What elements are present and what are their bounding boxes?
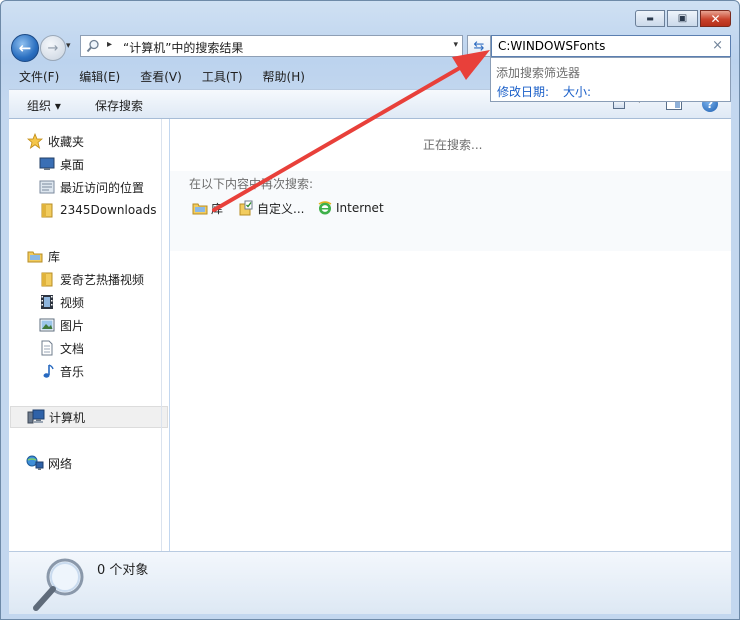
folder-icon xyxy=(38,201,56,219)
nav-documents[interactable]: 文档 xyxy=(38,337,166,359)
pane-divider[interactable] xyxy=(161,119,162,551)
custom-folder-icon xyxy=(237,200,254,217)
film-icon xyxy=(38,293,56,311)
computer-icon xyxy=(27,408,45,426)
search-again-custom[interactable]: 自定义... xyxy=(237,198,304,218)
filter-size[interactable]: 大小: xyxy=(563,83,591,100)
menu-view[interactable]: 查看(V) xyxy=(130,67,192,87)
refresh-button[interactable]: ⇆ xyxy=(467,35,491,57)
desktop-icon xyxy=(38,155,56,173)
chevron-down-icon: ▾ xyxy=(66,41,71,51)
nav-videos-label: 视频 xyxy=(60,295,85,310)
recent-pages-button[interactable]: ▾ xyxy=(66,41,71,51)
add-filter-hint: 添加搜索筛选器 xyxy=(496,66,581,80)
document-icon xyxy=(38,339,56,357)
save-search-button[interactable]: 保存搜索 xyxy=(95,97,143,114)
network-icon xyxy=(26,454,44,472)
back-button[interactable]: ← xyxy=(11,34,39,62)
nav-music-label: 音乐 xyxy=(60,364,85,379)
search-query: C:WINDOWSFonts xyxy=(498,39,606,53)
nav-pictures-label: 图片 xyxy=(60,318,85,333)
minimize-button[interactable]: ▬ xyxy=(635,10,665,27)
back-arrow-icon: ← xyxy=(18,39,32,57)
menu-bar: 文件(F) 编辑(E) 查看(V) 工具(T) 帮助(H) xyxy=(9,67,489,87)
nav-network[interactable]: 网络 xyxy=(26,452,166,474)
star-icon xyxy=(26,132,44,150)
library-icon xyxy=(26,247,44,265)
search-again-label: 在以下内容中再次搜索: xyxy=(189,177,314,191)
folder-icon xyxy=(38,270,56,288)
search-input[interactable]: C:WINDOWSFonts × xyxy=(491,35,731,57)
nav-pictures[interactable]: 图片 xyxy=(38,314,166,336)
nav-recent-places[interactable]: 最近访问的位置 xyxy=(38,176,166,198)
nav-iqiyi-videos-label: 爱奇艺热播视频 xyxy=(60,272,145,287)
search-glass-icon xyxy=(86,39,100,56)
nav-music[interactable]: 音乐 xyxy=(38,360,166,382)
object-count: 0 个对象 xyxy=(97,563,149,578)
search-again-libraries-label: 库 xyxy=(211,201,224,216)
search-again-custom-label: 自定义... xyxy=(257,201,305,216)
magnifier-icon xyxy=(29,555,91,616)
breadcrumb-location[interactable]: “计算机”中的搜索结果 xyxy=(123,39,243,56)
internet-explorer-icon xyxy=(316,200,333,217)
nav-2345downloads[interactable]: 2345Downloads xyxy=(38,199,166,221)
nav-2345downloads-label: 2345Downloads xyxy=(60,203,157,217)
maximize-icon: ▣ xyxy=(677,12,688,24)
nav-libraries[interactable]: 库 xyxy=(26,245,166,267)
nav-libraries-label: 库 xyxy=(48,249,61,264)
search-again-internet-label: Internet xyxy=(336,201,384,215)
search-again-libraries[interactable]: 库 xyxy=(191,198,223,218)
menu-help[interactable]: 帮助(H) xyxy=(253,67,315,87)
filter-date-modified[interactable]: 修改日期: xyxy=(497,83,549,100)
music-note-icon xyxy=(38,362,56,380)
menu-tools[interactable]: 工具(T) xyxy=(192,67,253,87)
close-button[interactable]: ✕ xyxy=(700,10,731,27)
nav-favorites[interactable]: 收藏夹 xyxy=(26,130,166,152)
refresh-icon: ⇆ xyxy=(473,38,485,54)
search-status: 正在搜索... xyxy=(423,138,483,152)
clear-search-icon[interactable]: × xyxy=(712,38,723,53)
address-bar[interactable]: ▸ “计算机”中的搜索结果 ▾ xyxy=(80,35,463,57)
picture-icon xyxy=(38,316,56,334)
menu-file[interactable]: 文件(F) xyxy=(9,67,69,87)
search-filter-dropdown: 添加搜索筛选器 修改日期: 大小: xyxy=(490,57,731,102)
nav-iqiyi-videos[interactable]: 爱奇艺热播视频 xyxy=(38,268,166,290)
recent-places-icon xyxy=(38,178,56,196)
details-pane: 0 个对象 xyxy=(9,551,731,614)
nav-computer-label: 计算机 xyxy=(49,410,86,425)
nav-favorites-label: 收藏夹 xyxy=(48,134,85,149)
nav-computer[interactable]: 计算机 xyxy=(10,406,168,428)
nav-desktop[interactable]: 桌面 xyxy=(38,153,166,175)
nav-documents-label: 文档 xyxy=(60,341,85,356)
nav-network-label: 网络 xyxy=(48,456,73,471)
navigation-pane: 收藏夹 桌面 最近访问的位置 2345Downloads 库 爱奇艺热播视频 视… xyxy=(9,119,169,551)
organize-button[interactable]: 组织 ▾ xyxy=(27,97,61,114)
close-icon: ✕ xyxy=(710,11,721,26)
search-again-internet[interactable]: Internet xyxy=(316,198,384,218)
explorer-window: ▬ ▣ ✕ ← → ▾ ▸ “计算机”中的搜索结果 ▾ ⇆ C:WINDOWSF… xyxy=(0,0,740,620)
menu-edit[interactable]: 编辑(E) xyxy=(69,67,130,87)
nav-recent-places-label: 最近访问的位置 xyxy=(60,180,145,195)
library-icon xyxy=(191,200,208,217)
nav-desktop-label: 桌面 xyxy=(60,157,85,172)
forward-button[interactable]: → xyxy=(40,35,66,61)
minimize-icon: ▬ xyxy=(646,13,654,23)
address-dropdown-icon[interactable]: ▾ xyxy=(453,40,458,50)
forward-arrow-icon: → xyxy=(47,40,59,56)
nav-videos[interactable]: 视频 xyxy=(38,291,166,313)
results-pane: 正在搜索... 在以下内容中再次搜索: 库 自定义... Internet xyxy=(170,119,731,551)
caption-buttons: ▬ ▣ ✕ xyxy=(635,10,731,27)
maximize-button[interactable]: ▣ xyxy=(667,10,698,27)
breadcrumb-separator-icon[interactable]: ▸ xyxy=(107,39,112,50)
